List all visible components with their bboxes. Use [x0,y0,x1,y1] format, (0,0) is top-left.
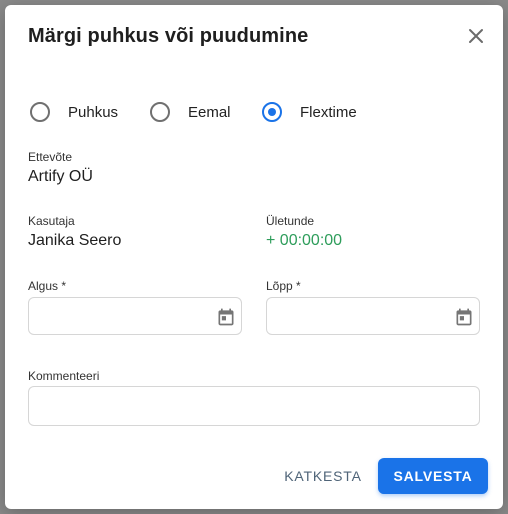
radio-puhkus[interactable]: Puhkus [30,101,118,123]
start-label: Algus * [28,279,67,293]
comment-input[interactable] [28,386,480,426]
radio-circle[interactable] [262,102,282,122]
calendar-icon[interactable] [454,307,474,327]
end-label: Lõpp * [266,279,301,293]
user-value: Janika Seero [28,232,122,249]
radio-eemal[interactable]: Eemal [150,101,231,123]
comment-label: Kommenteeri [28,369,100,383]
radio-label: Flextime [300,103,357,121]
company-label: Ettevõte [28,150,73,164]
start-date-field[interactable] [28,297,242,335]
user-label: Kasutaja [28,214,75,228]
radio-label: Eemal [188,103,231,121]
absence-dialog: Märgi puhkus või puudumine Puhkus Eemal … [5,5,503,509]
radio-label: Puhkus [68,103,119,121]
radio-circle[interactable] [30,102,50,122]
company-value: Artify OÜ [28,168,93,185]
dialog-title: Märgi puhkus või puudumine [28,25,309,47]
calendar-icon[interactable] [216,307,236,327]
end-date-field[interactable] [266,297,480,335]
radio-flextime[interactable]: Flextime [262,101,357,123]
overtime-value: + 00:00:00 [266,232,343,249]
overtime-label: Ületunde [266,214,315,228]
cancel-button[interactable]: KATKESTA [277,460,369,492]
radio-circle[interactable] [150,102,170,122]
save-button[interactable]: SALVESTA [378,458,488,494]
close-icon[interactable] [465,25,487,47]
